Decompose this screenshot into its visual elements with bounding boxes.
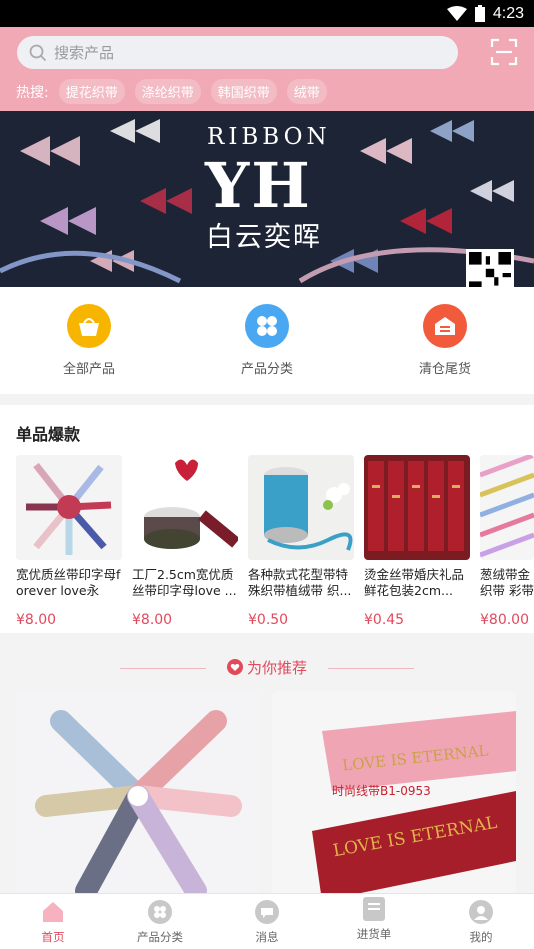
bottom-tab-bar: 首页 产品分类 消息 进货单 我的 [0,893,534,949]
heart-icon [226,659,243,675]
hot-tag[interactable]: 韩国织带 [210,79,277,104]
tab-label: 消息 [255,930,279,944]
status-bar: 4:23 [0,0,534,27]
recommend-section: 为你推荐 LOVE IS ETERNAL LOVE IS ETERNAL 时尚线… [0,643,534,903]
scan-icon[interactable] [490,38,518,66]
warehouse-icon [423,304,467,348]
product-price: ¥0.45 [364,612,405,628]
qr-code-image [466,249,514,287]
product-image [248,455,354,560]
product-image [480,455,534,560]
product-name: 烫金丝带婚庆礼品鲜花包装2cm... [364,567,465,598]
divider [328,668,414,669]
product-card[interactable]: 烫金丝带婚庆礼品鲜花包装2cm... ¥0.45 [364,455,470,628]
status-time: 4:23 [492,4,524,22]
product-image [16,455,122,560]
tab-messages[interactable]: 消息 [227,900,307,945]
profile-icon [469,900,493,924]
order-list-icon [363,897,385,921]
tab-label: 首页 [41,930,65,944]
hot-tag[interactable]: 提花织带 [58,79,125,104]
product-price: ¥8.00 [16,612,57,628]
product-price: ¥8.00 [132,612,173,628]
header: 搜索产品 热搜: 提花织带 涤纶织带 韩国织带 绒带 [0,27,534,111]
tab-home[interactable]: 首页 [13,900,93,945]
product-name: 各种款式花型带特殊织带植绒带 织... [248,567,352,598]
product-price: ¥80.00 [480,612,529,628]
tab-label: 产品分类 [137,930,183,944]
wifi-icon [446,5,467,21]
tab-label: 我的 [469,930,493,944]
hot-search-label: 热搜: [16,84,49,101]
message-icon [255,900,279,924]
battery-icon [474,5,485,22]
tab-profile[interactable]: 我的 [441,900,521,945]
category-label: 全部产品 [62,362,115,377]
product-image [364,455,470,560]
promo-banner[interactable]: RIBBON YH 白云奕晖 [0,111,534,287]
category-all-products[interactable]: 全部产品 [34,304,144,377]
product-image [132,455,238,560]
hot-tag[interactable]: 涤纶织带 [134,79,201,104]
recommend-title-text: 为你推荐 [246,659,307,677]
category-clearance[interactable]: 清仓尾货 [390,304,500,377]
category-label: 清仓尾货 [418,362,471,377]
tab-orders[interactable]: 进货单 [334,897,414,942]
product-price: ¥0.50 [248,612,289,628]
product-name: 工厂2.5cm宽优质丝带印字母love ... [132,567,237,598]
four-leaf-grid-icon [245,304,289,348]
category-label: 产品分类 [240,362,293,377]
tab-category[interactable]: 产品分类 [120,900,200,945]
recommend-card[interactable]: LOVE IS ETERNAL LOVE IS ETERNAL 时尚线带B1-0… [272,691,516,901]
hot-products-section: 单品爆款 宽优质丝带印字母forever love永恒... ¥8.00 工厂2… [0,405,534,633]
category-product-class[interactable]: 产品分类 [212,304,322,377]
product-card[interactable]: 宽优质丝带印字母forever love永恒... ¥8.00 [16,455,122,628]
search-placeholder: 搜索产品 [54,44,115,62]
category-icon [148,900,172,924]
banner-brand-en: RIBBON [207,124,331,150]
hot-tag[interactable]: 绒带 [286,79,327,104]
product-card[interactable]: 工厂2.5cm宽优质丝带印字母love ... ¥8.00 [132,455,238,628]
recommend-title: 为你推荐 [0,657,534,678]
product-card[interactable]: 葱绒带金织带 彩带 ¥80.00 [480,455,534,628]
product-caption: 时尚线带B1-0953 [332,784,431,798]
search-icon [29,44,47,61]
home-icon [41,900,65,924]
product-name: 葱绒带金织带 彩带 [480,567,534,598]
hot-search-bar: 热搜: 提花织带 涤纶织带 韩国织带 绒带 [16,79,327,104]
product-name: 宽优质丝带印字母forever love永恒... [16,567,121,598]
banner-brand-cn: 白云奕晖 [206,222,322,253]
section-title: 单品爆款 [16,425,81,444]
recommend-card[interactable] [16,691,260,901]
product-card[interactable]: 各种款式花型带特殊织带植绒带 织... ¥0.50 [248,455,354,628]
category-shortcuts: 全部产品 产品分类 清仓尾货 [0,287,534,394]
shopping-bag-icon [67,304,111,348]
banner-brand-logo: YH [205,149,312,222]
tab-label: 进货单 [356,927,392,941]
search-input[interactable]: 搜索产品 [17,36,458,69]
product-image [16,691,260,901]
